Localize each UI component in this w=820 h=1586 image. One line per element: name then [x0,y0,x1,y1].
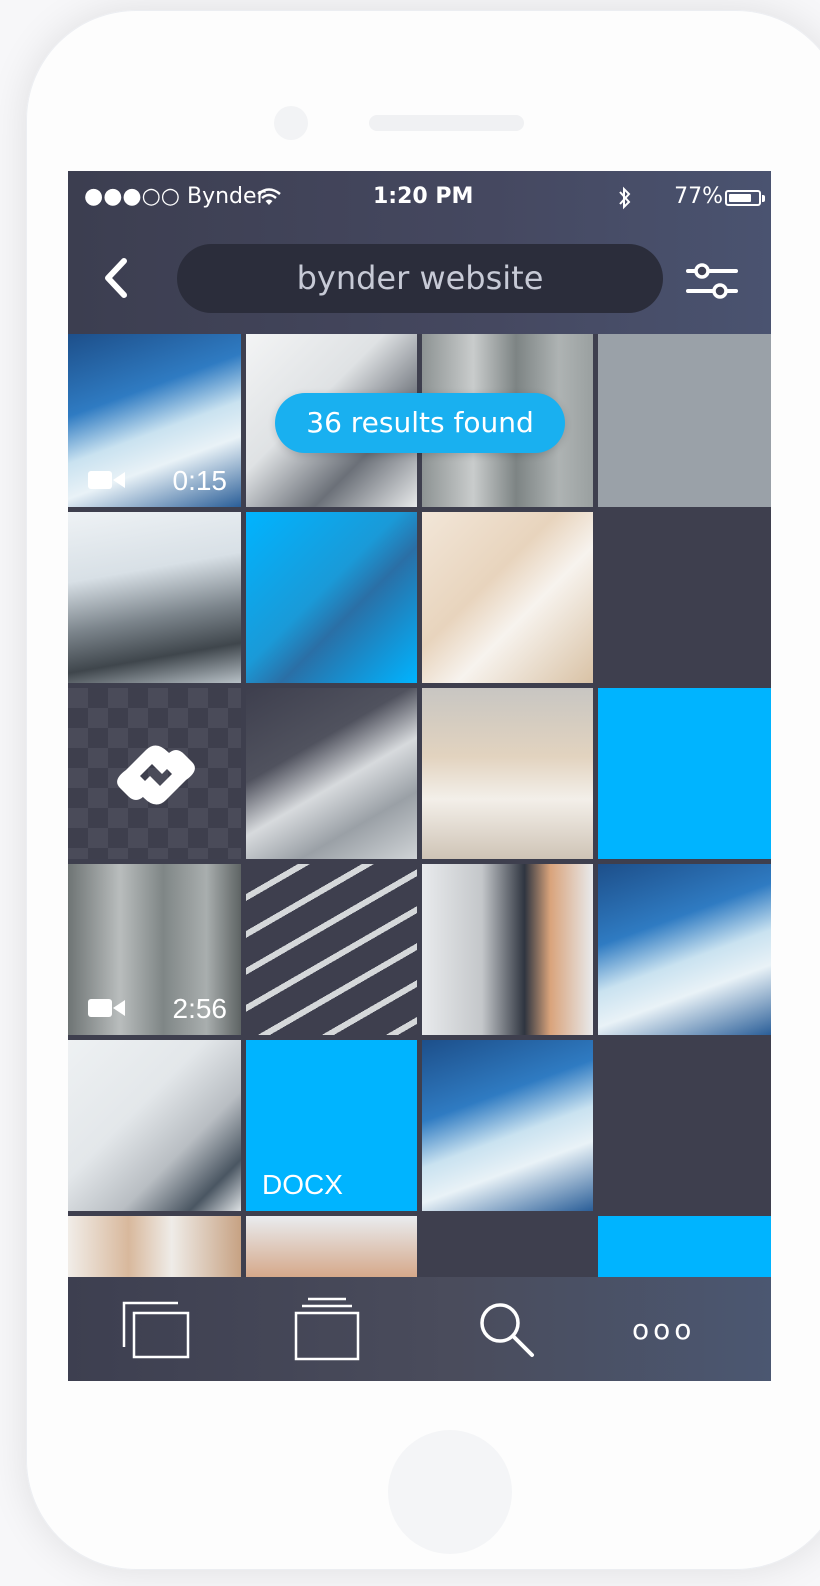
result-tile-wave-video[interactable]: 0:15 [68,334,241,507]
result-tile-wood-video[interactable]: 2:56 [68,864,241,1035]
result-tile-blue[interactable] [598,688,771,859]
result-tile-laptop-blue[interactable] [246,512,417,683]
bynder-logo-icon [117,745,195,805]
video-duration: 2:56 [172,993,228,1024]
result-tile-grey[interactable] [598,334,771,507]
search-input[interactable]: bynder website [177,244,663,313]
result-tile-wave-photo[interactable] [598,864,771,1035]
result-tile-whiteboard-photo[interactable] [68,1040,241,1211]
back-button[interactable] [96,253,136,303]
result-tile-bynder-logo[interactable] [68,688,241,859]
file-type-label: DOCX [262,1169,343,1200]
battery-icon [725,190,761,206]
sliders-icon [686,263,738,299]
chevron-left-icon [105,258,127,298]
status-time: 1:20 PM [373,184,474,209]
status-bar: ●●●○○ Bynder 1:20 PM 77% [68,171,771,223]
earpiece-speaker [369,115,524,131]
stack-icon [294,1297,360,1361]
result-tile-man-photo[interactable] [422,864,593,1035]
search-icon [480,1303,534,1357]
home-button[interactable] [388,1430,512,1554]
result-tile-dark-2[interactable] [598,1040,771,1211]
more-icon[interactable]: ooo [632,1313,695,1346]
result-tile-worker-photo[interactable] [422,512,593,683]
video-duration: 0:15 [172,465,228,496]
result-tile-woman-photo[interactable] [422,688,593,859]
battery-tip [762,195,765,202]
app-screen: ●●●○○ Bynder 1:20 PM 77% bynder website [68,171,771,1381]
collections-icon [122,1301,190,1359]
bluetooth-icon [619,186,631,210]
tab-collections[interactable] [118,1295,198,1365]
filter-button[interactable] [684,259,744,303]
results-count-toast: 36 results found [275,393,565,453]
result-tile-docx[interactable]: DOCX [246,1040,417,1211]
result-tile-mountain-photo[interactable] [68,512,241,683]
tab-stack[interactable] [288,1295,368,1365]
front-camera [274,106,308,140]
result-tile-dark[interactable] [598,512,771,683]
result-tile-wave-photo-2[interactable] [422,1040,593,1211]
result-tile-keyboard-photo[interactable] [246,688,417,859]
carrier-label: ●●●○○ Bynder [84,184,266,209]
wifi-icon [257,188,281,205]
video-camera-icon [88,999,125,1017]
battery-percent: 77% [674,184,723,209]
app-header: ●●●○○ Bynder 1:20 PM 77% bynder website [68,171,771,334]
tab-bar: ooo [68,1277,771,1381]
tab-search[interactable] [468,1295,548,1365]
result-tile-stairs-photo[interactable] [246,864,417,1035]
video-camera-icon [88,471,125,489]
